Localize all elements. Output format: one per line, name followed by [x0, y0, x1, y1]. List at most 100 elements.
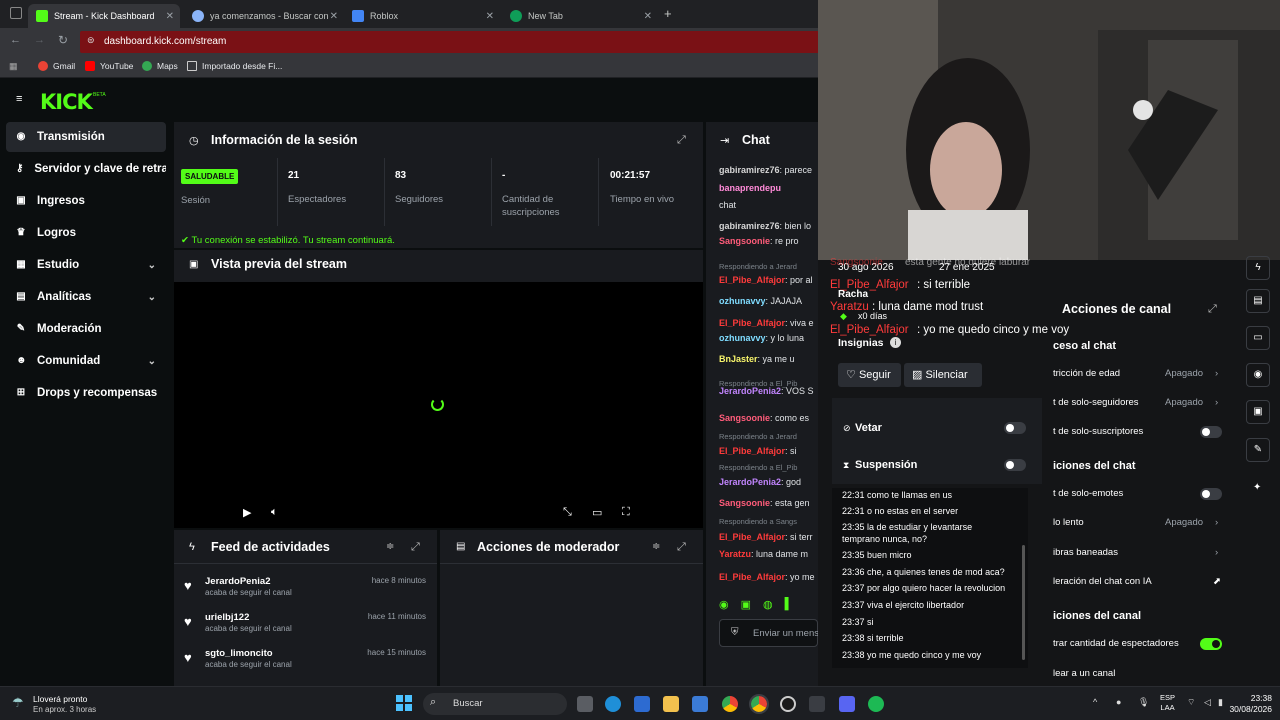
external-link-icon[interactable]: ⬈	[1213, 576, 1221, 587]
channel-row-value[interactable]: Apagado	[1165, 397, 1203, 408]
bookmark-youtube[interactable]: YouTube	[85, 61, 133, 71]
tab-roblox[interactable]: Roblox ✕	[344, 4, 500, 28]
chat-reply-context[interactable]: Respondiendo a Jerard	[719, 261, 818, 273]
app2-icon[interactable]	[839, 696, 855, 712]
channel-row-value[interactable]: Apagado	[1165, 368, 1203, 379]
sidebar-item-key[interactable]: ⚷ Servidor y clave de retransmisión	[6, 154, 166, 184]
microphone-icon[interactable]: 🎙︎	[1138, 697, 1149, 708]
sidebar-item-broadcast[interactable]: ◉ Transmisión	[6, 122, 166, 152]
feed-user[interactable]: urielbj122	[205, 612, 249, 623]
file-explorer-icon[interactable]	[663, 696, 679, 712]
chat-message[interactable]: chat	[719, 199, 818, 211]
taskbar-search[interactable]: ⌕ Buscar	[423, 693, 567, 715]
channel-row-label[interactable]: ibras baneadas	[1053, 547, 1118, 558]
chevron-right-icon[interactable]: ›	[1215, 397, 1218, 408]
channel-row-label[interactable]: t de solo-suscriptores	[1053, 426, 1143, 437]
chat-username[interactable]: ozhunavvy	[719, 296, 766, 306]
chevron-down-icon[interactable]: ⌄	[148, 260, 156, 271]
chat-message[interactable]: Sangsoonie: como es	[719, 412, 818, 424]
taskview-icon[interactable]	[577, 696, 593, 712]
chat-message[interactable]: BnJaster: ya me u	[719, 353, 818, 365]
chat-message[interactable]: banaprendepu	[719, 182, 818, 194]
apps-icon[interactable]: ▦	[9, 61, 19, 71]
video-rail-icon[interactable]: ▣	[1246, 400, 1270, 424]
app-icon[interactable]	[809, 696, 825, 712]
emote-icon[interactable]: ◉	[719, 598, 729, 611]
channel-row-value[interactable]: Apagado	[1165, 517, 1203, 528]
theater-icon[interactable]: ▭	[592, 506, 602, 519]
volume-icon[interactable]: ◁	[1204, 697, 1211, 708]
chat-message[interactable]: Sangsoonie: esta gen	[719, 497, 818, 509]
expand-icon[interactable]: ⤢	[1208, 303, 1217, 316]
chevron-right-icon[interactable]: ›	[1215, 517, 1218, 528]
chat-username[interactable]: El_Pibe_Alfajor	[719, 532, 785, 542]
close-icon[interactable]: ✕	[644, 11, 652, 22]
chevron-down-icon[interactable]: ⌄	[148, 292, 156, 303]
weather-title[interactable]: Lloverá pronto	[33, 694, 87, 704]
language-indicator[interactable]: ESP LAA	[1160, 693, 1175, 713]
popout-icon[interactable]: ⤡	[563, 506, 572, 519]
silence-button[interactable]: ▨ Silenciar	[904, 363, 982, 387]
volume-icon[interactable]: 🔈︎	[271, 506, 278, 519]
channel-row-toggle[interactable]	[1200, 638, 1222, 650]
close-icon[interactable]: ✕	[486, 11, 494, 22]
obs-icon[interactable]	[780, 696, 796, 712]
chat-username[interactable]: Sangsoonie	[719, 498, 770, 508]
sidebar-item-trophy[interactable]: ♛ Logros	[6, 218, 166, 248]
sidebar-item-chart[interactable]: ▤ Analíticas ⌄	[6, 282, 166, 312]
filter-icon[interactable]: ≑	[652, 541, 660, 552]
edge-icon[interactable]	[605, 696, 621, 712]
expand-icon[interactable]: ⤢	[677, 134, 686, 147]
play-icon[interactable]: ▶	[243, 506, 251, 519]
tray-chevron-icon[interactable]: ^	[1093, 697, 1097, 707]
sidebar-item-people[interactable]: ☻ Comunidad ⌄	[6, 346, 166, 376]
chat-username[interactable]: gabiramirez76	[719, 221, 780, 231]
chevron-right-icon[interactable]: ›	[1215, 368, 1218, 379]
windows-start-icon[interactable]	[396, 695, 412, 711]
chevron-down-icon[interactable]: ⌄	[148, 356, 156, 367]
chat-message[interactable]: Yaratzu: luna dame m	[719, 548, 818, 560]
chat-username[interactable]: JerardoPenia2	[719, 386, 781, 396]
chat-reply-context[interactable]: Respondiendo a Jerard	[719, 431, 818, 443]
drops-rail-icon[interactable]: ✦	[1253, 482, 1261, 493]
chat-username[interactable]: El_Pibe_Alfajor	[719, 572, 785, 582]
chat-username[interactable]: BnJaster	[719, 354, 758, 364]
store-icon[interactable]	[692, 696, 708, 712]
feed-user[interactable]: JerardoPenia2	[205, 576, 270, 587]
chat-username[interactable]: El_Pibe_Alfajor	[719, 446, 785, 456]
chat-message[interactable]: El_Pibe_Alfajor: por al	[719, 274, 818, 286]
channel-row-label[interactable]: leración del chat con IA	[1053, 576, 1152, 587]
close-icon[interactable]: ✕	[166, 11, 174, 22]
chevron-right-icon[interactable]: ›	[1215, 547, 1218, 558]
chrome-active-icon[interactable]	[749, 694, 769, 714]
spotify-icon[interactable]	[868, 696, 884, 712]
info-icon[interactable]: i	[890, 337, 901, 348]
back-icon[interactable]: ←	[10, 34, 21, 46]
chat-username[interactable]: El_Pibe_Alfajor	[719, 275, 785, 285]
bookmark-gmail[interactable]: Gmail	[38, 61, 75, 71]
document-rail-icon[interactable]: ▤	[1246, 289, 1270, 313]
chat-username[interactable]: gabiramirez76	[719, 165, 780, 175]
chat-message[interactable]: JerardoPenia2: god	[719, 476, 818, 488]
feed-user[interactable]: sgto_limoncito	[205, 648, 273, 659]
gift-emote-icon[interactable]: ▣	[741, 598, 751, 611]
bolt-rail-icon[interactable]: ϟ	[1246, 256, 1270, 280]
chat-message[interactable]: El_Pibe_Alfajor: si terr	[719, 531, 818, 543]
chat-message[interactable]: El_Pibe_Alfajor: yo me	[719, 571, 818, 583]
bookmark-folder[interactable]: Importado desde Fi...	[187, 61, 282, 71]
chat-username[interactable]: banaprendepu	[719, 183, 781, 193]
tray-app-icon[interactable]: ●	[1116, 697, 1121, 707]
channel-row-label[interactable]: trar cantidad de espectadores	[1053, 638, 1179, 649]
channel-row-label[interactable]: t de solo-emotes	[1053, 488, 1123, 499]
wrench-rail-icon[interactable]: ✎	[1246, 438, 1270, 462]
channel-row-label[interactable]: lo lento	[1053, 517, 1084, 528]
url-input[interactable]: ⊜ dashboard.kick.com/stream	[80, 31, 820, 53]
tab-new-tab[interactable]: New Tab ✕	[502, 4, 658, 28]
expand-icon[interactable]: ⤢	[677, 541, 686, 554]
clock[interactable]: 23:38 30/08/2026	[1222, 693, 1272, 715]
log-scrollbar[interactable]	[1022, 545, 1025, 660]
sidebar-item-gift[interactable]: ⊞ Drops y recompensas	[6, 378, 166, 408]
site-info-icon[interactable]: ⊜	[87, 35, 97, 45]
chat-message[interactable]: ozhunavvy: JAJAJA	[719, 295, 818, 307]
channel-row-toggle[interactable]	[1200, 426, 1222, 438]
